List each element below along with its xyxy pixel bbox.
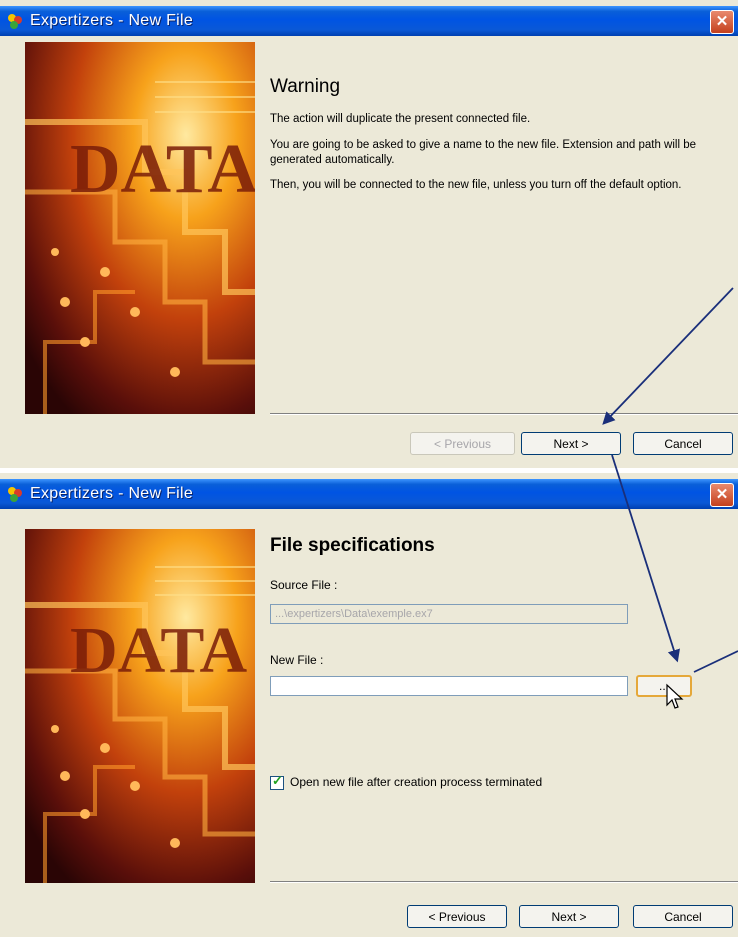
warning-text-3: Then, you will be connected to the new f… bbox=[270, 179, 682, 191]
title-bar: Expertizers - New File ✕ bbox=[0, 6, 738, 36]
checkmark-icon: ✓ bbox=[272, 773, 283, 788]
page-title: Warning bbox=[270, 76, 341, 97]
data-illustration: DATA bbox=[25, 42, 255, 414]
next-button[interactable]: Next > bbox=[519, 905, 619, 928]
cancel-button[interactable]: Cancel bbox=[633, 432, 733, 455]
mouse-pointer-icon bbox=[666, 683, 684, 709]
separator bbox=[270, 881, 738, 883]
source-file-field: ...\expertizers\Data\exemple.ex7 bbox=[270, 604, 628, 624]
close-icon: ✕ bbox=[715, 486, 729, 503]
previous-button[interactable]: < Previous bbox=[407, 905, 507, 928]
new-file-input[interactable] bbox=[270, 676, 628, 696]
file-specifications-dialog: Expertizers - New File ✕ DATA File speci… bbox=[0, 473, 738, 937]
source-file-label: Source File : bbox=[270, 578, 338, 592]
warning-dialog: Expertizers - New File ✕ DATA Warning Th… bbox=[0, 0, 738, 468]
window-title: Expertizers - New File bbox=[30, 12, 194, 29]
title-bar: Expertizers - New File ✕ bbox=[0, 479, 738, 509]
warning-text-2: You are going to be asked to give a name… bbox=[270, 139, 696, 166]
data-illustration: DATA bbox=[25, 529, 255, 883]
next-button[interactable]: Next > bbox=[521, 432, 621, 455]
new-file-label: New File : bbox=[270, 653, 324, 667]
window-title: Expertizers - New File bbox=[30, 485, 194, 502]
separator bbox=[270, 413, 738, 415]
previous-button[interactable]: < Previous bbox=[410, 432, 515, 455]
close-icon: ✕ bbox=[715, 13, 729, 30]
art-text: DATA bbox=[70, 131, 255, 208]
warning-text-1: The action will duplicate the present co… bbox=[270, 113, 531, 125]
cancel-button[interactable]: Cancel bbox=[633, 905, 733, 928]
open-new-file-checkbox[interactable]: ✓ bbox=[270, 773, 284, 790]
page-title: File specifications bbox=[270, 535, 435, 556]
app-icon bbox=[8, 14, 22, 29]
close-button[interactable]: ✕ bbox=[710, 483, 734, 507]
close-button[interactable]: ✕ bbox=[710, 10, 734, 34]
app-icon bbox=[8, 487, 22, 502]
art-text: DATA bbox=[70, 614, 248, 687]
open-new-file-label: Open new file after creation process ter… bbox=[290, 775, 543, 789]
